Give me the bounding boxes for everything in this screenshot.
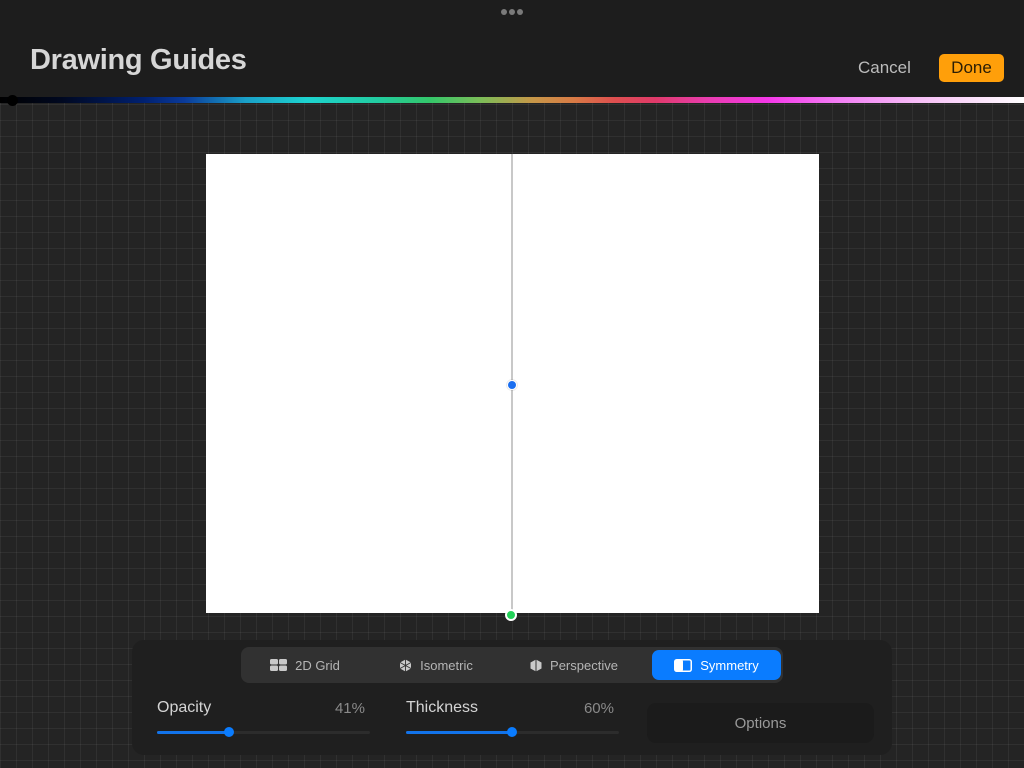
symmetry-center-handle[interactable] — [507, 380, 517, 390]
opacity-slider[interactable] — [157, 726, 370, 738]
tab-symmetry[interactable]: Symmetry — [652, 650, 781, 680]
opacity-label: Opacity — [157, 699, 212, 716]
symmetry-rotation-handle[interactable] — [505, 609, 517, 621]
cancel-button[interactable]: Cancel — [858, 56, 911, 80]
drawing-canvas[interactable] — [206, 154, 819, 613]
perspective-icon — [530, 659, 542, 671]
isometric-cube-icon — [399, 659, 412, 671]
tab-label: Isometric — [420, 657, 473, 673]
opacity-value: 41% — [334, 700, 365, 717]
options-button[interactable]: Options — [647, 703, 874, 743]
tab-label: Symmetry — [700, 657, 759, 673]
tab-label: Perspective — [550, 657, 618, 673]
page-title: Drawing Guides — [30, 44, 247, 76]
header-bar: Drawing Guides Cancel Done — [0, 0, 1024, 98]
tab-label: 2D Grid — [295, 657, 340, 673]
slider-thumb[interactable] — [507, 727, 518, 737]
more-options-handle[interactable] — [501, 9, 523, 15]
ellipsis-icon — [509, 9, 515, 15]
ellipsis-icon — [517, 9, 523, 15]
thickness-slider[interactable] — [406, 726, 619, 738]
grid-icon — [270, 659, 288, 671]
guide-color-handle[interactable] — [7, 95, 18, 106]
done-button[interactable]: Done — [939, 54, 1004, 82]
slider-fill — [157, 731, 230, 734]
ellipsis-icon — [501, 9, 507, 15]
slider-fill — [406, 731, 513, 734]
tab-isometric[interactable]: Isometric — [371, 650, 501, 680]
thickness-label: Thickness — [406, 699, 479, 716]
guide-mode-tabs: 2D Grid Isometric Perspective Symmetry — [241, 647, 783, 683]
tab-perspective[interactable]: Perspective — [509, 650, 639, 680]
tab-2d-grid[interactable]: 2D Grid — [245, 650, 365, 680]
thickness-value: 60% — [583, 700, 614, 717]
slider-thumb[interactable] — [224, 727, 235, 737]
symmetry-icon — [674, 658, 693, 672]
guide-color-slider[interactable] — [0, 97, 1024, 103]
